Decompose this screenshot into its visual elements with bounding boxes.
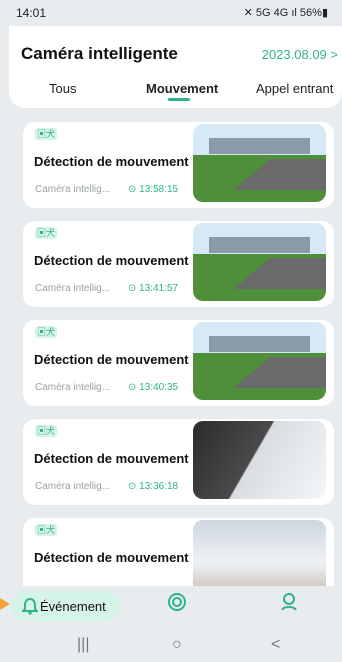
nav-event-button[interactable]: Événement — [10, 591, 120, 621]
event-time: ⊙ 13:58:15 — [128, 184, 178, 195]
tab-incoming-call[interactable]: Appel entrant — [256, 81, 333, 96]
event-title: Détection de mouvement — [34, 154, 189, 169]
event-time: ⊙ 13:40:35 — [128, 382, 178, 393]
clock-icon: ⊙ — [128, 283, 140, 294]
event-thumbnail[interactable] — [193, 421, 326, 499]
event-thumbnail[interactable] — [193, 520, 326, 586]
event-time: ⊙ 13:36:18 — [128, 481, 178, 492]
ai-badge: ▣犬 — [35, 425, 57, 437]
status-time: 14:01 — [16, 6, 47, 20]
profile-nav-icon[interactable] — [279, 592, 299, 612]
event-card[interactable]: ▣犬 Détection de mouvement Caméra intelli… — [23, 221, 334, 307]
event-time-text: 13:58:15 — [139, 184, 179, 195]
clock-icon: ⊙ — [128, 481, 140, 492]
event-card[interactable]: ▣犬 Détection de mouvement Caméra intelli… — [23, 419, 334, 505]
event-list[interactable]: ▣犬 Détection de mouvement Caméra intelli… — [0, 108, 342, 586]
pointer-arrow — [0, 598, 10, 610]
back-button[interactable]: < — [271, 636, 280, 654]
recent-apps-button[interactable]: ||| — [77, 636, 89, 654]
thumbnail-building — [208, 237, 311, 253]
camera-name: Caméra intellig... — [35, 283, 111, 294]
status-bar: 14:01 ✕ 5G 4G ıl 56%▮ — [0, 0, 342, 26]
nav-event-label: Événement — [40, 599, 106, 614]
event-thumbnail[interactable] — [193, 322, 326, 400]
thumbnail-wall — [193, 421, 326, 499]
event-card[interactable]: ▣犬 Détection de mouvement Caméra intelli… — [23, 320, 334, 406]
event-time-text: 13:40:35 — [139, 382, 179, 393]
system-nav: ||| ○ < — [0, 628, 342, 662]
status-icons: ✕ 5G 4G ıl 56%▮ — [243, 7, 328, 19]
camera-name: Caméra intellig... — [35, 184, 111, 195]
date-selector[interactable]: 2023.08.09 > — [262, 47, 338, 62]
thumbnail-building — [208, 138, 311, 154]
event-time-text: 13:36:18 — [139, 481, 179, 492]
camera-name: Caméra intellig... — [35, 481, 111, 492]
thumbnail-building — [208, 336, 311, 352]
event-card[interactable]: ▣犬 Détection de mouvement — [23, 518, 334, 586]
event-time: ⊙ 13:41:57 — [128, 283, 178, 294]
camera-nav-icon[interactable] — [167, 592, 187, 612]
event-title: Détection de mouvement — [34, 352, 189, 367]
event-thumbnail[interactable] — [193, 223, 326, 301]
clock-icon: ⊙ — [128, 382, 140, 393]
event-time-text: 13:41:57 — [139, 283, 179, 294]
bell-icon — [22, 597, 38, 615]
header-panel: Caméra intelligente 2023.08.09 > Tous Mo… — [9, 26, 342, 108]
tab-all[interactable]: Tous — [49, 81, 76, 96]
thumbnail-ceiling — [193, 520, 326, 586]
ai-badge: ▣犬 — [35, 524, 57, 536]
ai-badge: ▣犬 — [35, 227, 57, 239]
bottom-nav: Événement — [0, 586, 342, 628]
tab-motion[interactable]: Mouvement — [146, 81, 218, 96]
clock-icon: ⊙ — [128, 184, 140, 195]
page-title: Caméra intelligente — [21, 44, 178, 63]
ai-badge: ▣犬 — [35, 326, 57, 338]
event-thumbnail[interactable] — [193, 124, 326, 202]
event-card[interactable]: ▣犬 Détection de mouvement Caméra intelli… — [23, 122, 334, 208]
event-title: Détection de mouvement — [34, 550, 189, 565]
event-title: Détection de mouvement — [34, 451, 189, 466]
ai-badge: ▣犬 — [35, 128, 57, 140]
active-tab-indicator — [168, 98, 190, 101]
camera-name: Caméra intellig... — [35, 382, 111, 393]
event-title: Détection de mouvement — [34, 253, 189, 268]
home-button[interactable]: ○ — [172, 636, 182, 654]
